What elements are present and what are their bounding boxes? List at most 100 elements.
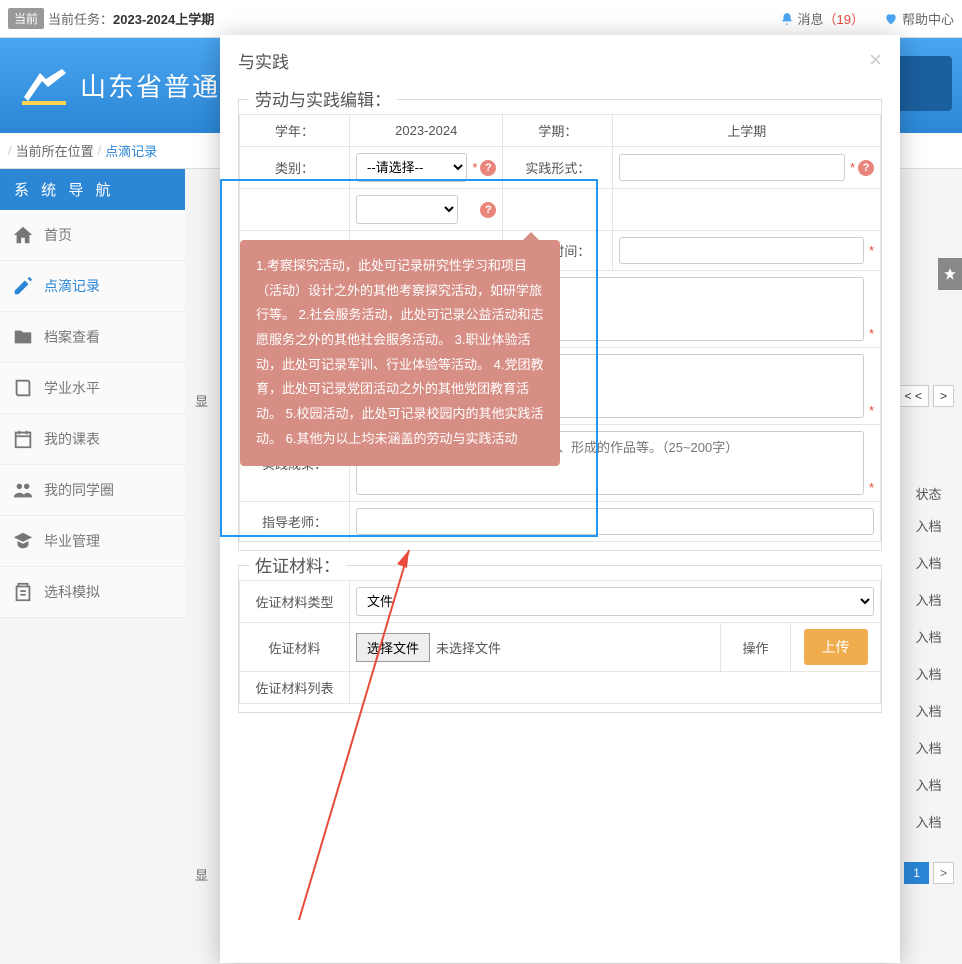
help-icon[interactable]: ? — [480, 160, 496, 176]
required-mark: * — [869, 326, 874, 341]
help-icon[interactable]: ? — [858, 160, 874, 176]
category-label: 类别： — [240, 147, 350, 189]
sidebar-item-label: 档案查看 — [44, 327, 100, 347]
subcategory-select[interactable] — [356, 195, 458, 224]
upload-button[interactable]: 上传 — [804, 629, 868, 665]
status-cell: 入档 — [901, 803, 956, 840]
task-tag: 当前 — [8, 8, 44, 29]
task-textarea[interactable] — [356, 354, 864, 418]
modal-title: 与实践 — [238, 48, 289, 73]
practice-form-label: 实践形式： — [503, 147, 613, 189]
heart-icon — [884, 12, 898, 26]
sidebar-item-records[interactable]: 点滴记录 — [0, 261, 185, 312]
calendar-icon — [12, 428, 34, 450]
end-time-input[interactable] — [619, 237, 864, 264]
clipboard-icon — [12, 581, 34, 603]
term-value: 上学期 — [613, 115, 881, 147]
book-icon — [12, 377, 34, 399]
category-select[interactable]: --请选择-- — [356, 153, 467, 182]
breadcrumb-item[interactable]: 当前所在位置 — [16, 141, 94, 160]
status-cell: 入档 — [901, 729, 956, 766]
main-text: 显 — [195, 391, 208, 410]
banner-title: 山东省普通 — [80, 67, 220, 104]
pager-next[interactable]: > — [933, 385, 954, 407]
term-label: 学期： — [503, 115, 613, 147]
sidebar-item-graduation[interactable]: 毕业管理 — [0, 516, 185, 567]
fieldset-legend: 佐证材料： — [249, 552, 346, 577]
material-label: 佐证材料 — [240, 623, 350, 672]
pager-current[interactable]: 1 — [904, 862, 929, 884]
required-mark: * — [869, 480, 874, 495]
main-text: 显 — [195, 865, 208, 884]
status-cell: 入档 — [901, 507, 956, 544]
sidebar-item-label: 毕业管理 — [44, 531, 100, 551]
status-header: 状态 — [901, 480, 956, 507]
sidebar-item-schedule[interactable]: 我的课表 — [0, 414, 185, 465]
messages-label: 消息 — [798, 9, 824, 28]
topbar: 当前 当前任务： 2023-2024上学期 消息 （19） 帮助中心 — [0, 0, 962, 38]
edit-icon — [12, 275, 34, 297]
folder-icon — [12, 326, 34, 348]
material-type-label: 佐证材料类型 — [240, 581, 350, 623]
practice-form-input[interactable] — [619, 154, 845, 181]
status-cell: 入档 — [901, 581, 956, 618]
sidebar-item-label: 我的课表 — [44, 429, 100, 449]
status-cell: 入档 — [901, 544, 956, 581]
edit-fieldset: 劳动与实践编辑： 学年： 2023-2024 学期： 上学期 类别： --请选择… — [238, 99, 882, 551]
status-cell: 入档 — [901, 618, 956, 655]
year-label: 学年： — [240, 115, 350, 147]
graduation-icon — [12, 530, 34, 552]
modal-header: 与实践 × — [220, 35, 900, 85]
required-mark: * — [869, 403, 874, 418]
task-value: 2023-2024上学期 — [113, 9, 214, 28]
task-label: 承担任务： — [240, 348, 350, 425]
sidebar: 系 统 导 航 首页 点滴记录 档案查看 学业水平 我的课表 我的同学圈 毕业管… — [0, 169, 185, 618]
teacher-input[interactable] — [356, 508, 874, 535]
required-mark: * — [869, 243, 874, 258]
help-label: 帮助中心 — [902, 9, 954, 28]
close-button[interactable]: × — [869, 47, 882, 73]
star-icon — [943, 267, 957, 281]
choose-file-button[interactable]: 选择文件 — [356, 633, 430, 662]
description-textarea[interactable] — [356, 277, 864, 341]
required-mark: * — [850, 160, 855, 175]
teacher-label: 指导老师： — [240, 502, 350, 542]
task-label: 当前任务： — [48, 9, 113, 28]
sidebar-item-label: 学业水平 — [44, 378, 100, 398]
sidebar-item-label: 选科模拟 — [44, 582, 100, 602]
sidebar-item-academic[interactable]: 学业水平 — [0, 363, 185, 414]
help-icon[interactable]: ? — [480, 202, 496, 218]
sidebar-item-label: 点滴记录 — [44, 276, 100, 296]
help-link[interactable]: 帮助中心 — [884, 9, 954, 28]
status-cell: 入档 — [901, 655, 956, 692]
sidebar-item-label: 我的同学圈 — [44, 480, 114, 500]
messages-link[interactable]: 消息 （19） — [780, 9, 864, 28]
sidebar-item-label: 首页 — [44, 225, 72, 245]
messages-count: （19） — [824, 9, 864, 28]
status-cell: 入档 — [901, 766, 956, 803]
side-tab[interactable] — [938, 258, 962, 290]
operation-header: 操作 — [721, 623, 791, 672]
pager-prev-all[interactable]: < < — [898, 385, 929, 407]
status-column: 状态 入档 入档 入档 入档 入档 入档 入档 入档 入档 — [901, 480, 956, 840]
bell-icon — [780, 12, 794, 26]
sidebar-title: 系 统 导 航 — [0, 169, 185, 210]
material-type-select[interactable]: 文件 — [356, 587, 874, 616]
year-value: 2023-2024 — [350, 115, 503, 147]
pager-next[interactable]: > — [933, 862, 954, 884]
sidebar-item-home[interactable]: 首页 — [0, 210, 185, 261]
result-label: 实践成果： — [240, 425, 350, 502]
materials-fieldset: 佐证材料： 佐证材料类型 文件 佐证材料 选择文件 未选择文件 操作 上传 — [238, 565, 882, 713]
result-textarea[interactable] — [356, 431, 864, 495]
breadcrumb-item-active[interactable]: 点滴记录 — [105, 141, 157, 160]
end-time-label: 结束时间： — [503, 231, 613, 271]
monitor-illustration — [897, 56, 952, 111]
modal-dialog: 与实践 × 劳动与实践编辑： 学年： 2023-2024 学期： 上学期 类别：… — [220, 35, 900, 963]
sidebar-item-classmates[interactable]: 我的同学圈 — [0, 465, 185, 516]
sidebar-item-subject-sim[interactable]: 选科模拟 — [0, 567, 185, 618]
status-cell: 入档 — [901, 692, 956, 729]
users-icon — [12, 479, 34, 501]
fieldset-legend: 劳动与实践编辑： — [249, 86, 397, 111]
sidebar-item-archive[interactable]: 档案查看 — [0, 312, 185, 363]
file-status: 未选择文件 — [436, 638, 501, 657]
